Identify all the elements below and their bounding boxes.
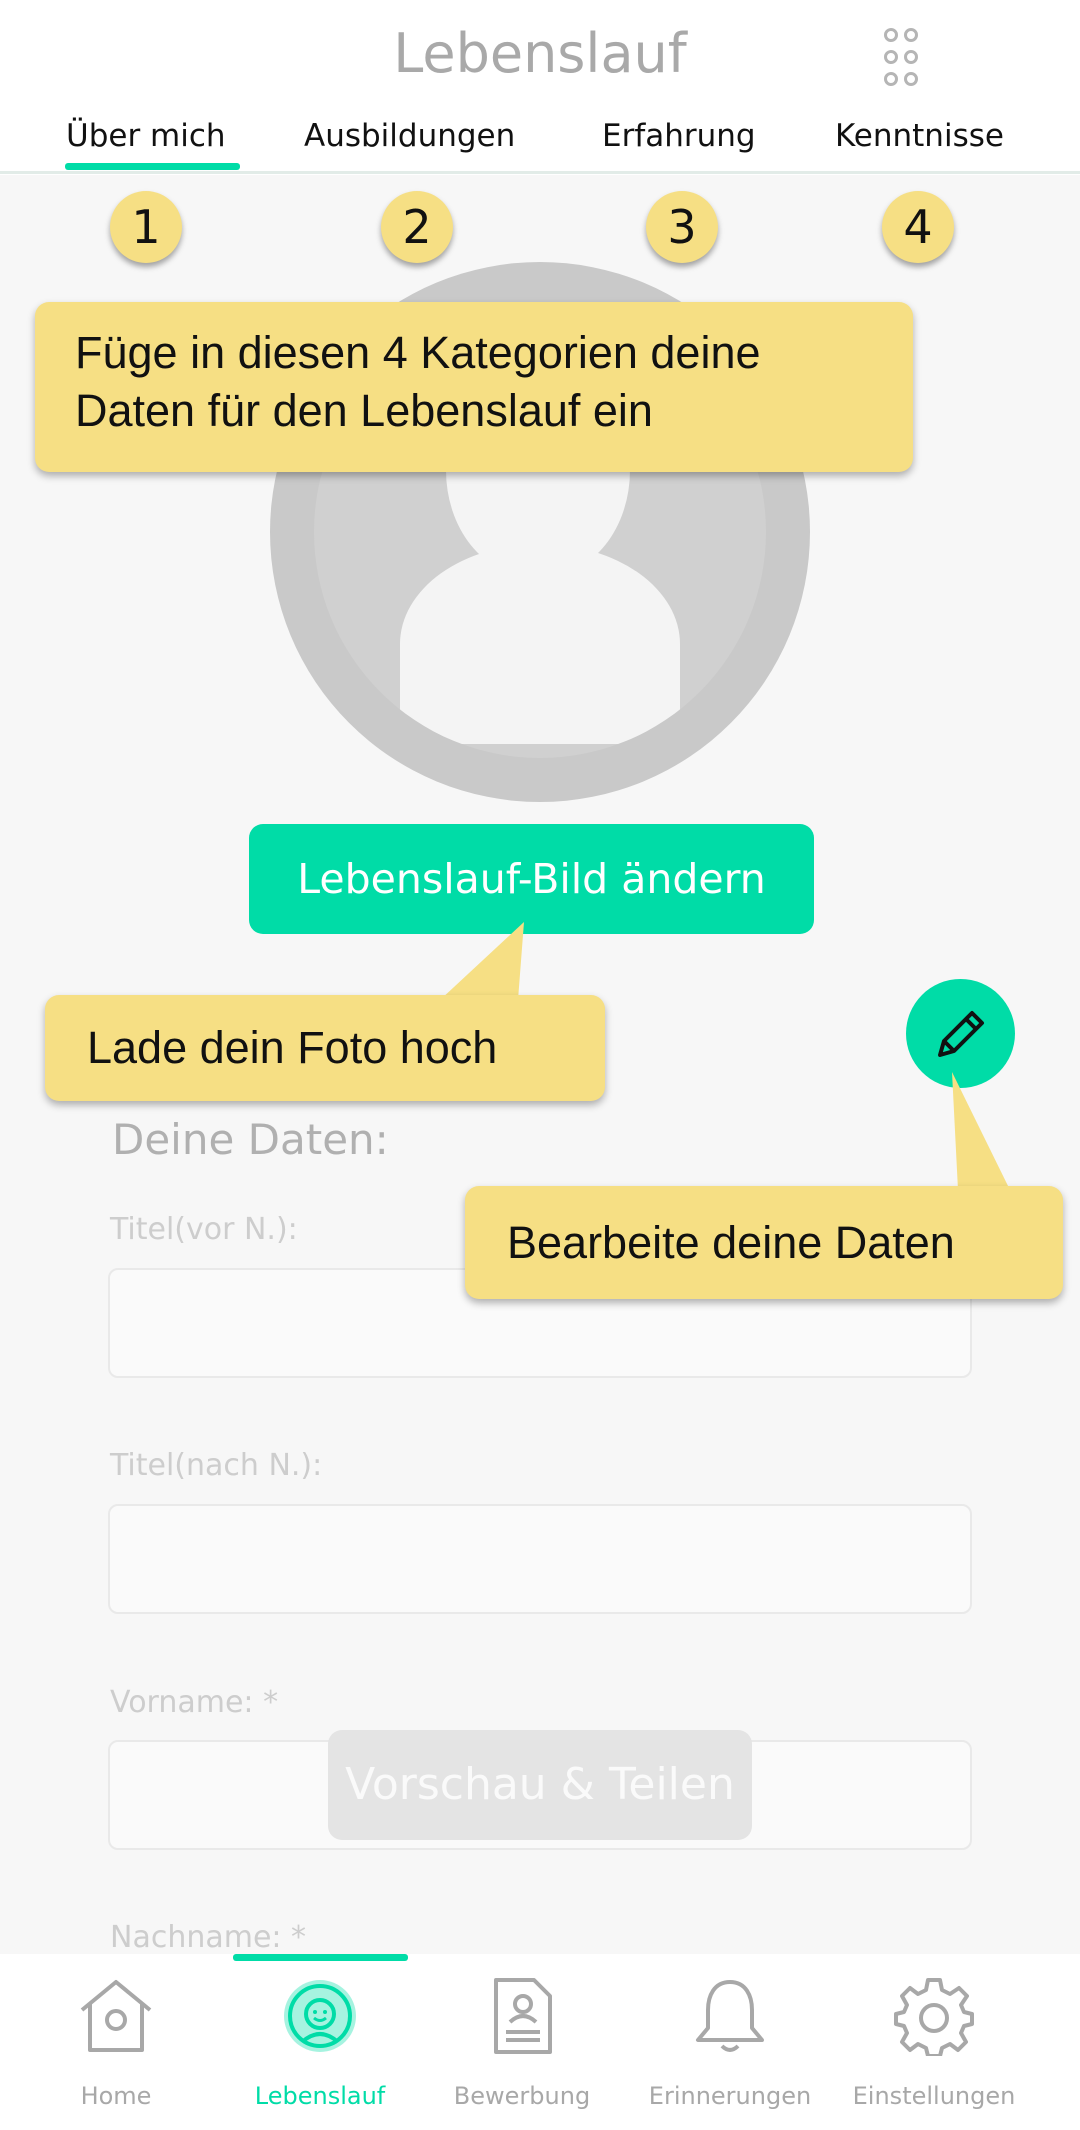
header-divider <box>0 171 1080 174</box>
tab-ueber-mich[interactable]: Über mich <box>66 118 226 154</box>
grid-dots-icon[interactable] <box>884 28 938 88</box>
tooltip-categories-line2: Daten für den Lebenslauf ein <box>75 385 653 436</box>
app-header: Lebenslauf Über mich Ausbildungen Erfahr… <box>0 0 1080 175</box>
nav-label: Erinnerungen <box>648 2082 812 2110</box>
field-label-last-name: Nachname: * <box>110 1920 307 1955</box>
tooltip-upload-photo: Lade dein Foto hoch <box>45 995 605 1101</box>
field-label-title-after: Titel(nach N.): <box>110 1448 323 1483</box>
pencil-icon <box>938 1011 984 1057</box>
nav-home[interactable]: Home <box>8 1964 224 2124</box>
tooltip-categories-line1: Füge in diesen 4 Kategorien deine <box>75 327 761 378</box>
house-icon <box>80 1980 152 2052</box>
nav-lebenslauf[interactable]: Lebenslauf <box>212 1964 428 2124</box>
nav-label: Bewerbung <box>453 2082 591 2110</box>
tab-ausbildungen[interactable]: Ausbildungen <box>304 118 515 154</box>
nav-label: Einstellungen <box>852 2082 1016 2110</box>
tooltip-pointer <box>440 922 524 1000</box>
active-tab-indicator <box>65 163 240 170</box>
badge-2: 2 <box>381 191 453 263</box>
tooltip-pointer <box>952 1072 1010 1190</box>
nav-label: Home <box>80 2082 152 2110</box>
badge-1: 1 <box>110 191 182 263</box>
nav-einstellungen[interactable]: Einstellungen <box>826 1964 1042 2124</box>
title-after-input[interactable] <box>108 1504 972 1614</box>
gear-icon <box>894 1978 974 2056</box>
app-screen: Lebenslauf Über mich Ausbildungen Erfahr… <box>0 0 1080 2130</box>
field-label-title-before: Titel(vor N.): <box>110 1212 298 1247</box>
document-person-icon <box>494 1978 552 2054</box>
bell-icon <box>696 1980 764 2052</box>
field-label-first-name: Vorname: * <box>110 1685 279 1720</box>
nav-erinnerungen[interactable]: Erinnerungen <box>622 1964 838 2124</box>
nav-bewerbung[interactable]: Bewerbung <box>414 1964 630 2124</box>
bottom-navigation: Home Lebenslauf Bewerbung Erinnerungen E… <box>0 1954 1080 2130</box>
badge-4: 4 <box>882 191 954 263</box>
badge-3: 3 <box>646 191 718 263</box>
nav-label: Lebenslauf <box>254 2082 386 2110</box>
tooltip-categories: Füge in diesen 4 Kategorien deine Daten … <box>35 302 913 472</box>
active-nav-indicator <box>233 1954 408 1961</box>
tab-bar: Über mich Ausbildungen Erfahrung Kenntni… <box>0 118 1080 168</box>
tab-erfahrung[interactable]: Erfahrung <box>602 118 756 154</box>
tooltip-edit-data: Bearbeite deine Daten <box>465 1186 1063 1299</box>
tab-kenntnisse[interactable]: Kenntnisse <box>835 118 1004 154</box>
preview-share-button[interactable]: Vorschau & Teilen <box>328 1730 752 1840</box>
change-photo-button[interactable]: Lebenslauf-Bild ändern <box>249 824 814 934</box>
section-title: Deine Daten: <box>112 1115 389 1164</box>
cv-face-icon <box>284 1980 356 2052</box>
